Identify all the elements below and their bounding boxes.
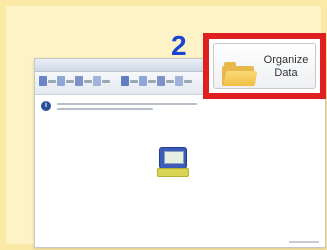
folder-icon (222, 62, 258, 86)
toolbar-button[interactable] (39, 76, 56, 88)
info-text-line (57, 108, 153, 110)
toolbar-label (84, 80, 92, 83)
toolbar-button[interactable] (121, 76, 138, 88)
toolbar-icon (57, 76, 65, 86)
status-footer (289, 241, 319, 243)
toolbar-button[interactable] (139, 76, 156, 88)
organize-label-line1: Organize (263, 54, 309, 66)
toolbar-icon (121, 76, 129, 86)
toolbar-icon (139, 76, 147, 86)
toolbar-icon (39, 76, 47, 86)
organize-label-line2: Data (274, 67, 298, 79)
toolbar-label (48, 80, 56, 83)
toolbar-label (66, 80, 74, 83)
device-screen (164, 151, 184, 164)
device-body (159, 147, 187, 169)
device-base (157, 168, 189, 177)
data-logger-device-icon (157, 147, 189, 177)
toolbar-icon (175, 76, 183, 86)
toolbar-label (166, 80, 174, 83)
info-text-line (57, 103, 197, 105)
toolbar-button[interactable] (93, 76, 110, 88)
toolbar-icon (93, 76, 101, 86)
toolbar-icon (75, 76, 83, 86)
toolbar-button[interactable] (157, 76, 174, 88)
toolbar-button[interactable] (75, 76, 92, 88)
toolbar-label (184, 80, 192, 83)
folder-front (223, 71, 258, 86)
toolbar-button[interactable] (57, 76, 74, 88)
toolbar-label (148, 80, 156, 83)
organize-data-button[interactable]: Organize Data (213, 43, 316, 89)
instruction-panel: i 2 Organize Data (0, 0, 327, 250)
step-number: 2 (171, 30, 187, 61)
info-icon: i (41, 101, 51, 111)
organize-data-label: Organize Data (258, 54, 314, 80)
toolbar-label (130, 80, 138, 83)
toolbar-label (102, 80, 110, 83)
highlight-box: Organize Data (203, 33, 326, 99)
toolbar-button[interactable] (175, 76, 192, 88)
toolbar-icon (157, 76, 165, 86)
info-message: i (41, 99, 241, 117)
